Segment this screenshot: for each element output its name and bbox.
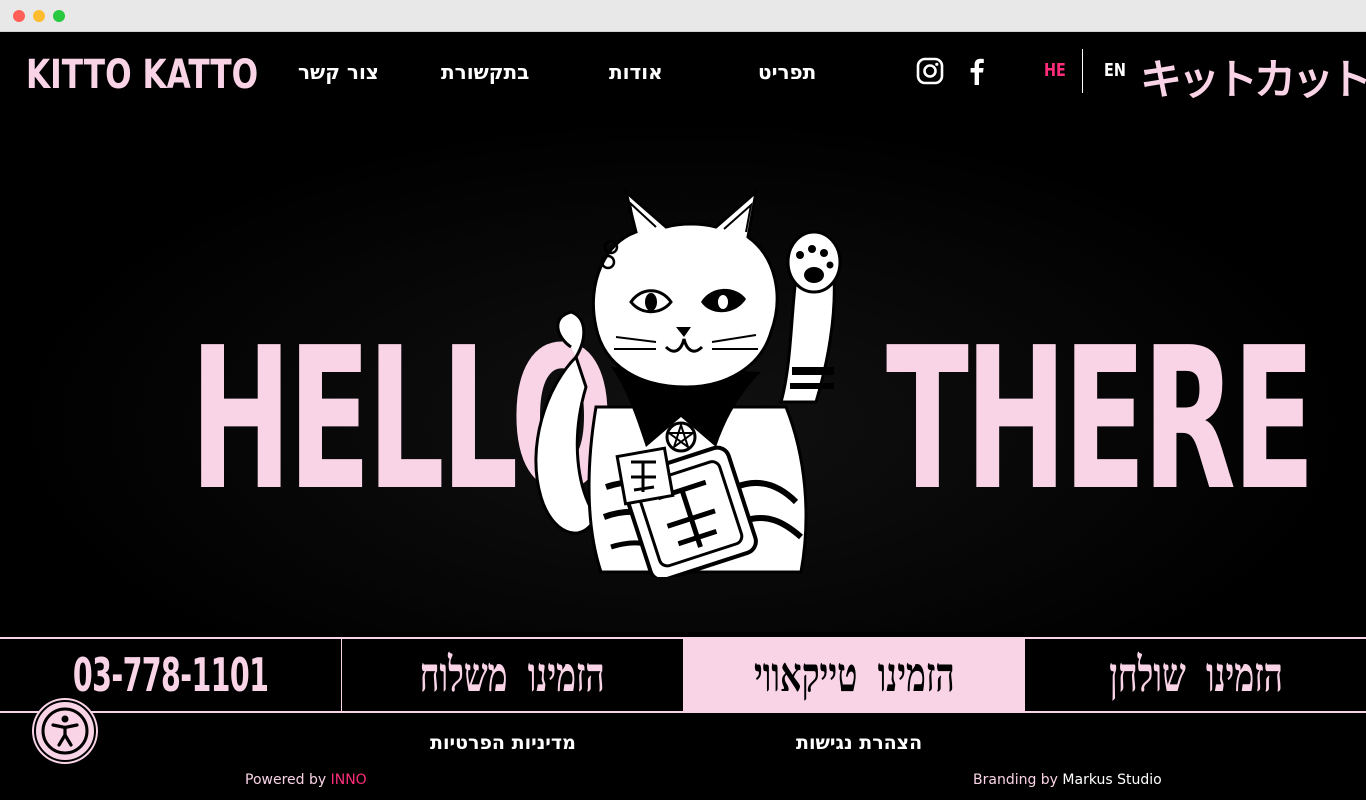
- close-window-button[interactable]: [13, 10, 25, 22]
- powered-by-credit: Powered by INNO: [245, 772, 367, 788]
- minimize-window-button[interactable]: [33, 10, 45, 22]
- japanese-logo: キットカット: [1140, 55, 1366, 104]
- branding-by-label: Branding by: [973, 772, 1063, 788]
- accessibility-button[interactable]: [34, 700, 96, 762]
- facebook-icon[interactable]: [962, 56, 992, 86]
- window-titlebar: [0, 0, 1366, 32]
- branding-credit: Branding by Markus Studio: [973, 772, 1162, 788]
- powered-by-label: Powered by: [245, 772, 331, 788]
- inno-link[interactable]: INNO: [331, 772, 367, 788]
- lucky-cat-illustration: [534, 187, 842, 577]
- privacy-policy-link[interactable]: מדיניות הפרטיות: [430, 732, 576, 754]
- language-en[interactable]: EN: [1104, 60, 1126, 81]
- nav-menu[interactable]: תפריט: [758, 60, 816, 84]
- order-actions-bar: 03-778-1101 הזמינו משלוח הזמינו טייקאווי…: [0, 637, 1366, 713]
- accessibility-icon: [41, 707, 89, 755]
- reserve-table-label: הזמינו שולחן: [1108, 647, 1283, 703]
- markus-studio-link[interactable]: Markus Studio: [1062, 772, 1161, 788]
- order-delivery-label: הזמינו משלוח: [419, 647, 605, 703]
- maximize-window-button[interactable]: [53, 10, 65, 22]
- language-divider: [1082, 49, 1083, 93]
- instagram-icon[interactable]: [915, 56, 945, 86]
- order-delivery-button[interactable]: הזמינו משלוח: [342, 639, 684, 711]
- accessibility-statement-link[interactable]: הצהרת נגישות: [796, 732, 922, 754]
- order-takeaway-label: הזמינו טייקאווי: [753, 647, 955, 703]
- nav-press[interactable]: בתקשורת: [441, 60, 529, 84]
- order-takeaway-button[interactable]: הזמינו טייקאווי: [683, 639, 1026, 711]
- hero-word-right: THERE: [886, 306, 1315, 534]
- nav-contact[interactable]: צור קשר: [298, 60, 379, 84]
- nav-about[interactable]: אודות: [609, 60, 663, 84]
- site-logo[interactable]: KITTO KATTO: [26, 50, 258, 100]
- reserve-table-button[interactable]: הזמינו שולחן: [1025, 639, 1366, 711]
- language-he[interactable]: HE: [1044, 60, 1066, 81]
- phone-number: 03-778-1101: [72, 648, 269, 702]
- page: KITTO KATTO צור קשר בתקשורת אודות תפריט …: [0, 32, 1366, 800]
- phone-button[interactable]: 03-778-1101: [0, 639, 342, 711]
